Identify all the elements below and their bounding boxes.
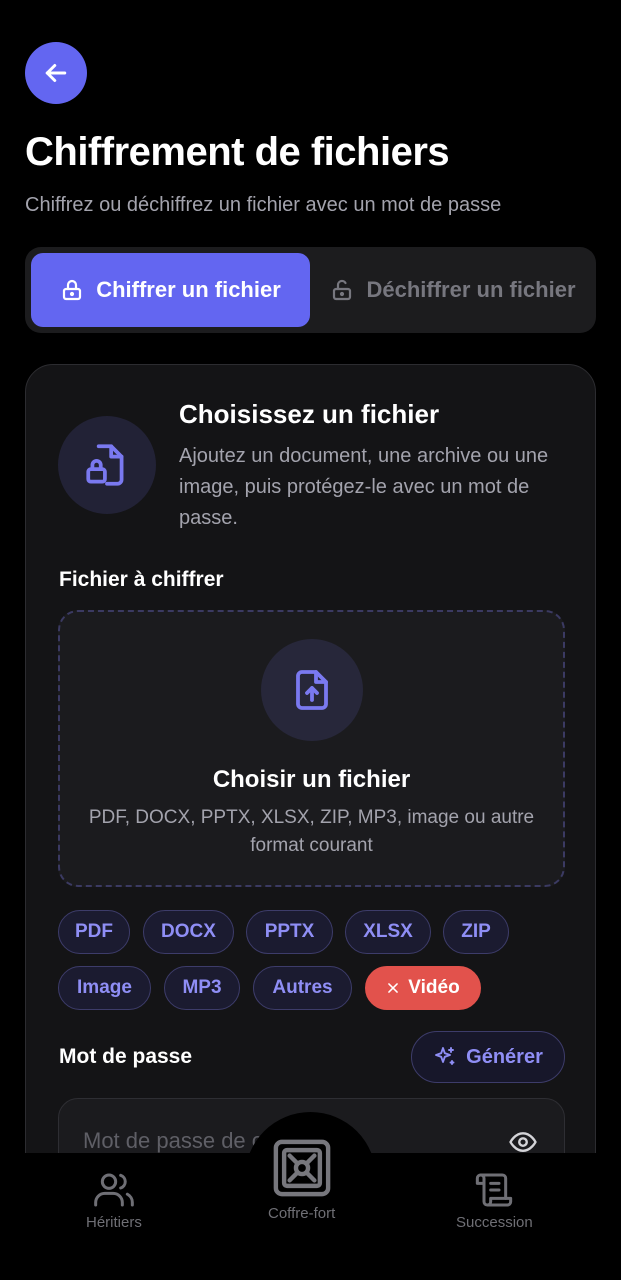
password-field-label: Mot de passe — [59, 1045, 193, 1068]
format-chip[interactable]: PDF — [58, 910, 130, 954]
encrypt-tab-label: Chiffrer un fichier — [96, 277, 281, 302]
format-chip[interactable]: PPTX — [246, 910, 333, 954]
unlock-icon — [333, 279, 352, 301]
scroll-icon — [476, 1173, 513, 1207]
tab-succession[interactable]: Succession — [456, 1170, 533, 1231]
file-field-label: Fichier à chiffrer — [59, 568, 224, 591]
tab-vault-label: Coffre-fort — [268, 1205, 336, 1222]
video-chip-label: Vidéo — [408, 977, 460, 998]
vault-icon — [273, 1139, 330, 1197]
users-icon — [94, 1173, 134, 1207]
generate-password-button[interactable]: Générer — [411, 1031, 565, 1083]
upload-icon-badge — [261, 639, 363, 741]
page-title: Chiffrement de fichiers — [25, 130, 450, 174]
video-chip-rejected[interactable]: Vidéo — [365, 966, 481, 1010]
file-upload-icon — [296, 670, 328, 710]
format-chip[interactable]: XLSX — [345, 910, 431, 954]
dropzone-description: PDF, DOCX, PPTX, XLSX, ZIP, MP3, image o… — [88, 807, 535, 856]
decrypt-tab[interactable]: Déchiffrer un fichier — [316, 253, 590, 327]
close-icon — [388, 983, 399, 993]
arrow-left-icon — [45, 64, 67, 82]
decrypt-tab-label: Déchiffrer un fichier — [366, 277, 576, 302]
generate-label: Générer — [466, 1045, 543, 1068]
card-description: Ajoutez un document, une archive ou une … — [179, 445, 549, 529]
file-lock-icon — [86, 444, 124, 486]
format-chip[interactable]: Image — [58, 966, 151, 1010]
tab-succession-label: Succession — [456, 1214, 533, 1231]
format-chip[interactable]: Autres — [253, 966, 352, 1010]
mode-segmented-control: Chiffrer un fichier Déchiffrer un fichie… — [25, 247, 596, 333]
card-title: Choisissez un fichier — [179, 399, 440, 429]
page-subtitle: Chiffrez ou déchiffrez un fichier avec u… — [25, 194, 502, 216]
format-chip[interactable]: ZIP — [443, 910, 509, 954]
file-lock-badge — [58, 416, 156, 514]
lock-icon — [63, 279, 82, 301]
format-chip[interactable]: DOCX — [143, 910, 234, 954]
tab-vault[interactable]: Coffre-fort — [268, 1135, 335, 1222]
encrypt-tab[interactable]: Chiffrer un fichier — [31, 253, 310, 327]
sparkles-icon — [435, 1047, 455, 1065]
tab-heirs[interactable]: Héritiers — [86, 1170, 142, 1231]
format-chip[interactable]: MP3 — [164, 966, 240, 1010]
back-button[interactable] — [25, 42, 87, 104]
dropzone-title: Choisir un fichier — [212, 766, 411, 793]
file-dropzone[interactable]: Choisir un fichier PDF, DOCX, PPTX, XLSX… — [58, 610, 565, 887]
tab-heirs-label: Héritiers — [86, 1214, 142, 1231]
